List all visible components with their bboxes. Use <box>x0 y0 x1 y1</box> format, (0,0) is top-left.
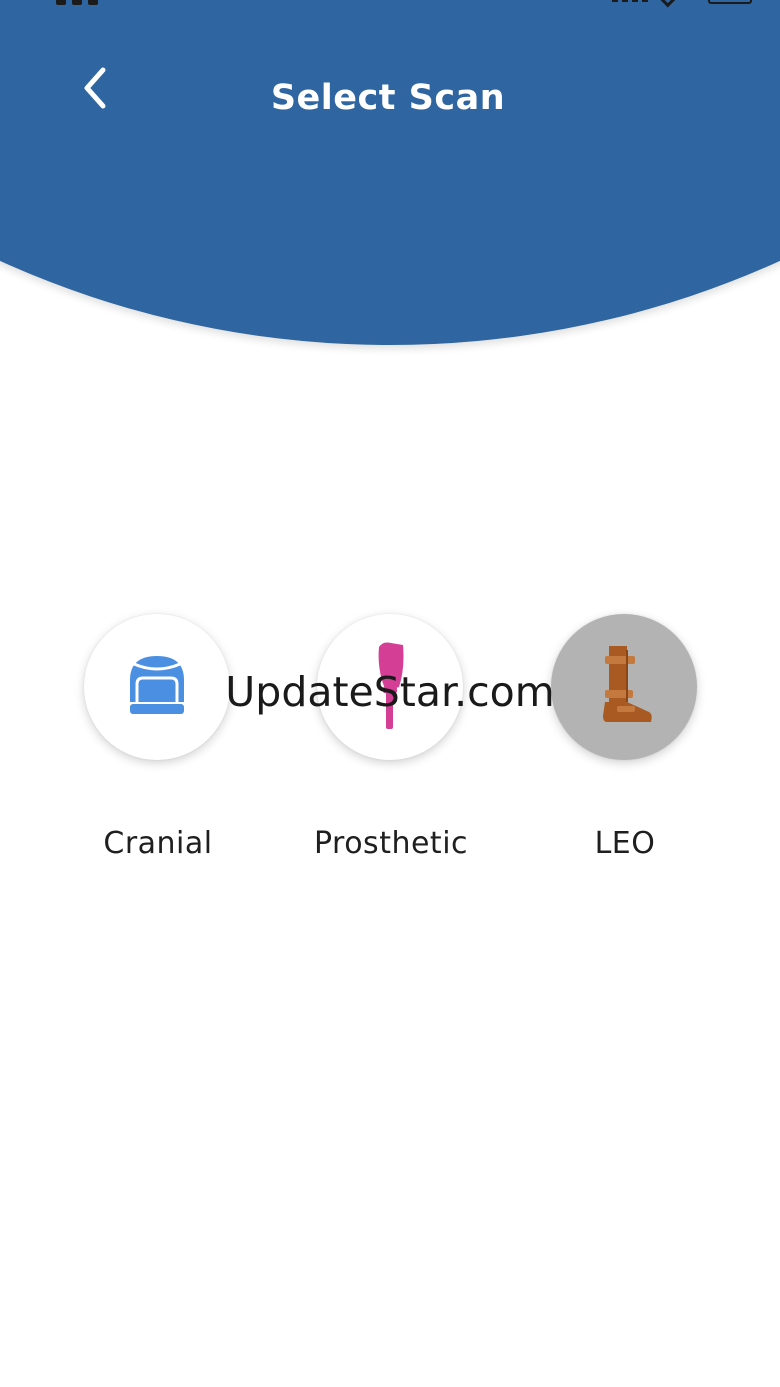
scan-option-circle[interactable] <box>84 614 230 760</box>
select-scan-screen: Select Scan Cranial Prosthetic LEO Updat… <box>0 0 780 1387</box>
wifi-icon <box>658 0 679 8</box>
scan-options: Cranial Prosthetic LEO <box>0 614 780 874</box>
battery-icon <box>708 0 752 4</box>
prosthetic-leg-icon <box>378 642 404 729</box>
header-background <box>0 0 780 345</box>
status-icons <box>612 0 752 8</box>
status-time <box>56 0 126 5</box>
scan-option-cranial[interactable]: Cranial <box>43 614 273 874</box>
status-bar <box>0 0 780 8</box>
leg-brace-boot-icon <box>603 646 652 722</box>
scan-option-circle[interactable] <box>551 614 697 760</box>
helmet-icon <box>128 656 186 714</box>
signal-icon <box>612 0 648 2</box>
scan-option-prosthetic[interactable]: Prosthetic <box>276 614 506 874</box>
scan-option-label: LEO <box>594 826 656 861</box>
page-title: Select Scan <box>270 78 506 118</box>
scan-option-label: Prosthetic <box>313 826 469 861</box>
scan-option-leo[interactable]: LEO <box>510 614 740 874</box>
scan-option-label: Cranial <box>103 826 213 861</box>
scan-option-circle[interactable] <box>317 614 463 760</box>
